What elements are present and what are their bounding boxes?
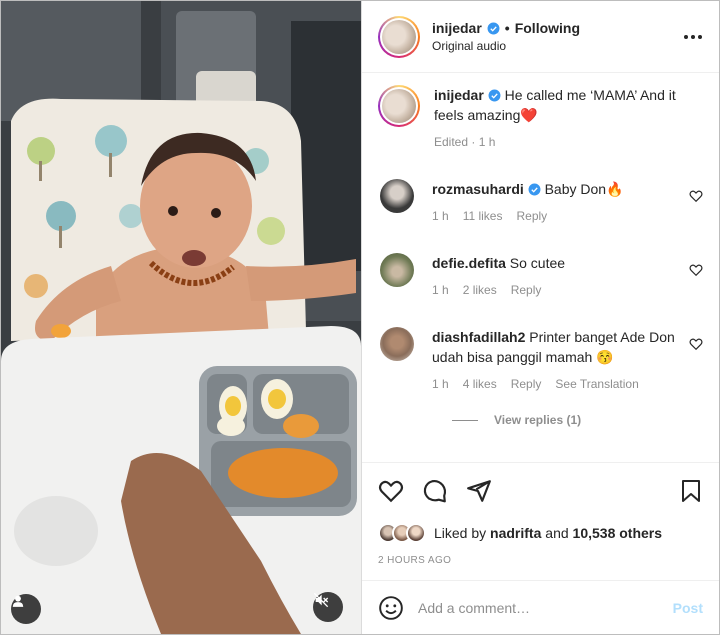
post-details-panel: inijedar • Following Original audio inij… bbox=[361, 1, 719, 634]
commenter-username[interactable]: defie.defita bbox=[432, 255, 506, 271]
post-comment-button[interactable]: Post bbox=[673, 600, 703, 616]
comment-item: diashfadillah2 Printer banget Ade Don ud… bbox=[378, 327, 703, 391]
post-header: inijedar • Following Original audio bbox=[362, 1, 719, 73]
author-username[interactable]: inijedar bbox=[432, 20, 482, 36]
verified-icon bbox=[488, 89, 501, 102]
comment-like-heart-icon[interactable] bbox=[689, 263, 703, 277]
comment-likes[interactable]: 2 likes bbox=[463, 283, 497, 297]
mute-button[interactable] bbox=[313, 592, 343, 622]
post-timestamp[interactable]: 2 HOURS AGO bbox=[378, 555, 703, 566]
mute-icon bbox=[313, 592, 329, 608]
post-actions: Liked by nadrifta and 10,538 others 2 HO… bbox=[362, 462, 719, 566]
author-avatar[interactable] bbox=[378, 15, 420, 58]
comment-time[interactable]: 1 h bbox=[432, 209, 449, 223]
comment-likes[interactable]: 4 likes bbox=[463, 377, 497, 391]
add-comment-bar: Post bbox=[362, 580, 719, 634]
liker-avatars[interactable] bbox=[378, 523, 426, 543]
verified-icon bbox=[487, 22, 500, 34]
commenter-username[interactable]: diashfadillah2 bbox=[432, 329, 525, 345]
post-window: inijedar • Following Original audio inij… bbox=[0, 0, 720, 635]
tagged-user-button[interactable] bbox=[11, 594, 41, 624]
comment-text: Baby Don bbox=[544, 181, 607, 197]
see-translation-link[interactable]: See Translation bbox=[555, 377, 638, 391]
replies-divider bbox=[452, 419, 478, 421]
heart-icon[interactable] bbox=[378, 478, 404, 504]
comment-time[interactable]: 1 h bbox=[432, 283, 449, 297]
caption-meta: Edited · 1 h bbox=[434, 135, 496, 149]
following-button[interactable]: Following bbox=[515, 20, 580, 36]
reply-button[interactable]: Reply bbox=[511, 283, 542, 297]
audio-label[interactable]: Original audio bbox=[432, 39, 681, 53]
comment-icon[interactable] bbox=[422, 478, 448, 504]
more-options-button[interactable] bbox=[681, 25, 705, 49]
verified-icon bbox=[528, 183, 541, 196]
comment-likes[interactable]: 11 likes bbox=[463, 209, 503, 223]
commenter-avatar[interactable] bbox=[380, 253, 414, 287]
more-icon bbox=[684, 34, 702, 39]
commenter-avatar[interactable] bbox=[380, 179, 414, 213]
commenter-username[interactable]: rozmasuhardi bbox=[432, 181, 524, 197]
caption-text: inijedar He called me ‘MAMA’ And it feel… bbox=[434, 85, 703, 125]
caption-username[interactable]: inijedar bbox=[434, 87, 484, 103]
liked-by-prefix: Liked by bbox=[434, 525, 487, 541]
reply-button[interactable]: Reply bbox=[511, 377, 542, 391]
liker-avatar bbox=[406, 523, 426, 543]
caption-avatar[interactable] bbox=[378, 85, 420, 127]
kiss-emoji: 😚 bbox=[596, 349, 614, 365]
heart-emoji: ❤️ bbox=[520, 107, 538, 123]
view-replies-label: View replies (1) bbox=[494, 413, 582, 427]
save-icon[interactable] bbox=[679, 478, 703, 504]
reply-button[interactable]: Reply bbox=[516, 209, 547, 223]
comment-item: defie.defita So cutee 1 h 2 likes Reply bbox=[378, 253, 703, 297]
emoji-icon[interactable] bbox=[378, 595, 404, 621]
view-replies-button[interactable]: View replies (1) bbox=[452, 413, 703, 427]
likes-summary: Liked by nadrifta and 10,538 others bbox=[378, 523, 703, 543]
user-icon bbox=[12, 595, 24, 607]
liked-by-and: and bbox=[545, 525, 569, 541]
header-separator: • bbox=[504, 20, 510, 36]
post-video[interactable] bbox=[1, 1, 361, 634]
comment-time[interactable]: 1 h bbox=[432, 377, 449, 391]
comments-section: inijedar He called me ‘MAMA’ And it feel… bbox=[362, 73, 719, 462]
liked-by-count[interactable]: 10,538 others bbox=[573, 525, 663, 541]
comment-like-heart-icon[interactable] bbox=[689, 189, 703, 203]
share-icon[interactable] bbox=[466, 478, 492, 504]
comment-text: So cutee bbox=[509, 255, 566, 271]
commenter-avatar[interactable] bbox=[380, 327, 414, 361]
comment-like-heart-icon[interactable] bbox=[689, 337, 703, 351]
post-caption: inijedar He called me ‘MAMA’ And it feel… bbox=[378, 85, 703, 149]
comment-item: rozmasuhardi Baby Don🔥 1 h 11 likes Repl… bbox=[378, 179, 703, 223]
video-frame-illustration bbox=[1, 1, 361, 634]
comment-input[interactable] bbox=[418, 599, 673, 616]
fire-emoji: 🔥 bbox=[606, 181, 624, 197]
liked-by-user[interactable]: nadrifta bbox=[490, 525, 541, 541]
